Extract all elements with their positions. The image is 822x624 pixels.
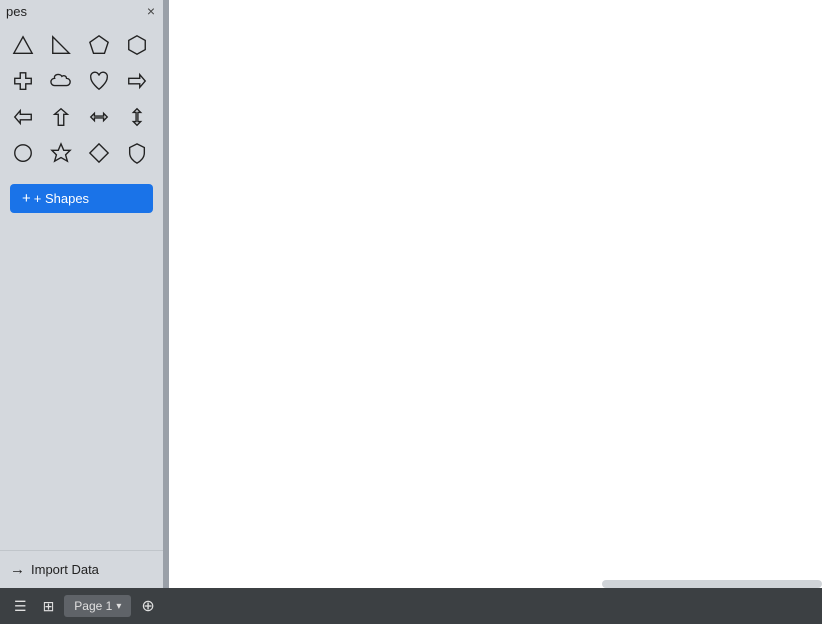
list-icon: ☰ bbox=[14, 598, 27, 615]
shape-arrow-both-h[interactable] bbox=[82, 100, 116, 134]
shape-arrow-up[interactable] bbox=[44, 100, 78, 134]
shape-cross[interactable] bbox=[6, 64, 40, 98]
close-button[interactable]: × bbox=[145, 4, 157, 18]
import-data-label: Import Data bbox=[31, 562, 99, 577]
chevron-down-icon: ▾ bbox=[116, 601, 121, 612]
sidebar-spacer bbox=[0, 221, 163, 550]
grid-view-button[interactable]: ⊞ bbox=[37, 594, 61, 619]
shape-shield[interactable] bbox=[120, 136, 154, 170]
shape-arrow-both-v[interactable] bbox=[120, 100, 154, 134]
shape-heart[interactable] bbox=[82, 64, 116, 98]
add-shapes-label: + Shapes bbox=[34, 191, 89, 206]
page-label: Page 1 bbox=[74, 599, 112, 613]
page-1-tab[interactable]: Page 1 ▾ bbox=[64, 595, 131, 617]
shapes-panel: pes × bbox=[0, 0, 163, 588]
add-page-button[interactable]: ⊕ bbox=[135, 592, 160, 620]
list-view-button[interactable]: ☰ bbox=[8, 594, 33, 619]
canvas-scrollbar[interactable] bbox=[602, 580, 822, 588]
panel-header: pes × bbox=[0, 0, 163, 22]
shape-right-triangle[interactable] bbox=[44, 28, 78, 62]
canvas-area[interactable] bbox=[169, 0, 822, 588]
shape-pentagon[interactable] bbox=[82, 28, 116, 62]
import-icon: → bbox=[10, 561, 25, 578]
shape-arrow-right[interactable] bbox=[120, 64, 154, 98]
shape-diamond[interactable] bbox=[82, 136, 116, 170]
shape-triangle[interactable] bbox=[6, 28, 40, 62]
add-shapes-button[interactable]: + + Shapes bbox=[10, 184, 153, 213]
shape-hexagon[interactable] bbox=[120, 28, 154, 62]
shape-star[interactable] bbox=[44, 136, 78, 170]
shapes-grid bbox=[0, 22, 163, 176]
panel-title: pes bbox=[6, 4, 27, 19]
add-page-icon: ⊕ bbox=[141, 596, 154, 616]
plus-icon: + bbox=[22, 190, 31, 207]
shape-cloud[interactable] bbox=[44, 64, 78, 98]
grid-icon: ⊞ bbox=[43, 598, 55, 615]
bottom-toolbar: ☰ ⊞ Page 1 ▾ ⊕ bbox=[0, 588, 822, 624]
import-data-button[interactable]: → Import Data bbox=[0, 550, 163, 588]
shape-circle[interactable] bbox=[6, 136, 40, 170]
shape-arrow-left[interactable] bbox=[6, 100, 40, 134]
